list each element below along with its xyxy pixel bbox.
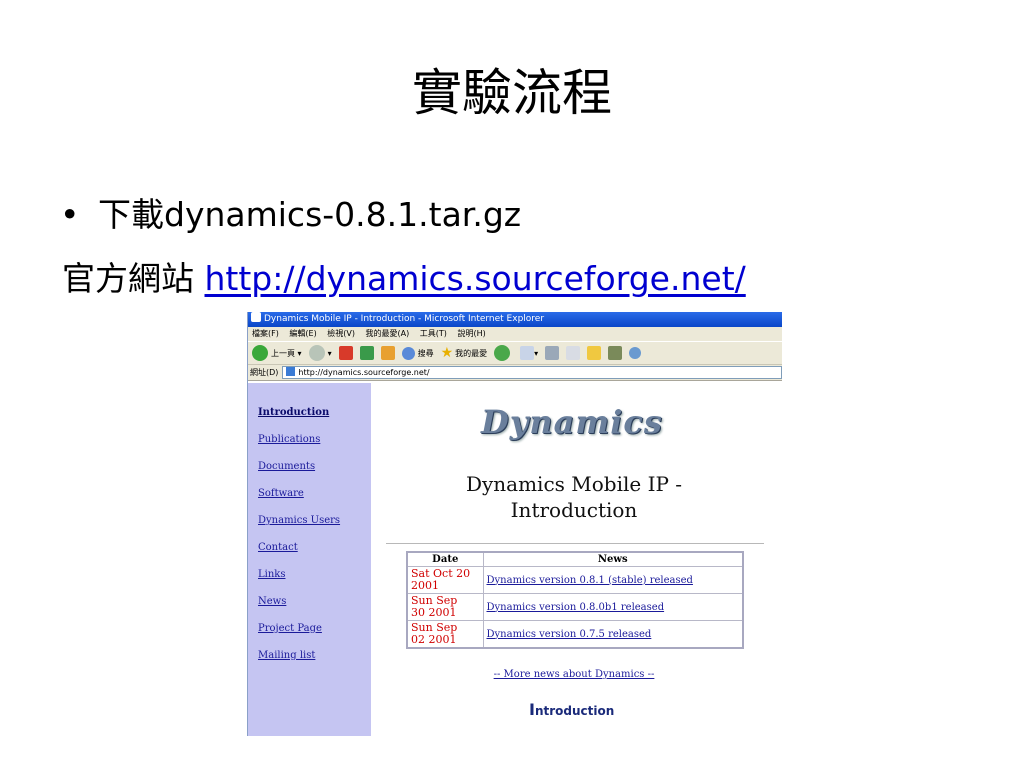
home-button[interactable] bbox=[380, 346, 395, 360]
column-header-date: Date bbox=[406, 551, 484, 567]
research-icon bbox=[608, 346, 623, 360]
site-label: 官方網站 bbox=[62, 259, 194, 298]
table-row: Sat Oct 20 2001 Dynamics version 0.8.1 (… bbox=[406, 566, 744, 594]
sidebar-item-links[interactable]: Links bbox=[258, 561, 371, 588]
browser-toolbar: 上一頁 ▾ ▾ 搜尋 ★ 我的最愛 ▾ bbox=[248, 341, 782, 365]
sidebar-item-project-page[interactable]: Project Page bbox=[258, 615, 371, 642]
research-button[interactable] bbox=[608, 346, 623, 360]
sidebar-item-contact[interactable]: Contact bbox=[258, 534, 371, 561]
menu-edit[interactable]: 編輯(E) bbox=[289, 329, 316, 338]
main-panel: Dynamics Dynamics Mobile IP - Introducti… bbox=[371, 383, 782, 736]
mail-button[interactable]: ▾ bbox=[520, 346, 538, 360]
home-icon bbox=[380, 346, 395, 360]
address-bar: 網址(D) http://dynamics.sourceforge.net/ bbox=[248, 365, 782, 381]
page-heading-line2: Introduction bbox=[510, 498, 638, 522]
site-sidebar: Introduction Publications Documents Soft… bbox=[248, 383, 371, 736]
refresh-icon bbox=[359, 346, 374, 360]
slide-title: 實驗流程 bbox=[412, 64, 612, 122]
forward-button[interactable]: ▾ bbox=[308, 345, 332, 361]
menu-file[interactable]: 檔案(F) bbox=[252, 329, 279, 338]
history-icon bbox=[494, 345, 511, 361]
news-date-line2: 2001 bbox=[411, 579, 439, 592]
menu-view[interactable]: 檢視(V) bbox=[327, 329, 355, 338]
news-link[interactable]: Dynamics version 0.7.5 released bbox=[482, 620, 744, 649]
star-icon: ★ bbox=[440, 345, 454, 361]
sidebar-item-software[interactable]: Software bbox=[258, 480, 371, 507]
bullet-icon: • bbox=[60, 195, 80, 234]
introduction-heading: Introduction bbox=[529, 700, 614, 719]
edit-icon bbox=[566, 346, 581, 360]
page-heading: Dynamics Mobile IP - Introduction bbox=[401, 471, 747, 523]
address-label: 網址(D) bbox=[250, 368, 279, 377]
news-date: Sun Sep 02 2001 bbox=[406, 620, 484, 649]
messenger-button[interactable] bbox=[629, 347, 644, 359]
page-heading-line1: Dynamics Mobile IP - bbox=[465, 472, 683, 496]
back-button[interactable]: 上一頁 ▾ bbox=[252, 345, 302, 361]
column-header-news: News bbox=[482, 551, 744, 567]
search-label: 搜尋 bbox=[417, 348, 434, 358]
refresh-button[interactable] bbox=[359, 346, 374, 360]
folder-icon bbox=[587, 346, 602, 360]
back-arrow-icon bbox=[252, 345, 268, 361]
intro-heading-rest: ntroduction bbox=[534, 704, 615, 718]
official-site-line: 官方網站 http://dynamics.sourceforge.net/ bbox=[62, 254, 746, 304]
sidebar-item-news[interactable]: News bbox=[258, 588, 371, 615]
search-icon bbox=[401, 346, 415, 360]
menu-bar: 檔案(F) 編輯(E) 檢視(V) 我的最愛(A) 工具(T) 說明(H) bbox=[248, 327, 782, 341]
address-input[interactable]: http://dynamics.sourceforge.net/ bbox=[282, 366, 782, 379]
mail-icon bbox=[520, 346, 535, 360]
edit-button[interactable] bbox=[566, 346, 581, 360]
favorites-label: 我的最愛 bbox=[455, 348, 488, 358]
history-button[interactable] bbox=[494, 345, 513, 361]
browser-screenshot: Dynamics Mobile IP - Introduction - Micr… bbox=[247, 312, 782, 736]
address-value: http://dynamics.sourceforge.net/ bbox=[298, 368, 430, 377]
forward-arrow-icon bbox=[308, 345, 325, 361]
sidebar-item-mailing-list[interactable]: Mailing list bbox=[258, 642, 371, 669]
table-row: Sun Sep 30 2001 Dynamics version 0.8.0b1… bbox=[406, 593, 744, 621]
page-icon bbox=[286, 367, 296, 376]
dynamics-logo: Dynamics bbox=[481, 403, 663, 441]
bullet-item: • 下載dynamics-0.8.1.tar.gz bbox=[60, 192, 521, 238]
table-row: Sun Sep 02 2001 Dynamics version 0.7.5 r… bbox=[406, 620, 744, 649]
search-button[interactable]: 搜尋 bbox=[401, 346, 434, 360]
menu-help[interactable]: 說明(H) bbox=[457, 329, 485, 338]
print-button[interactable] bbox=[545, 346, 560, 360]
news-date-line2: 30 2001 bbox=[411, 606, 457, 619]
back-label: 上一頁 bbox=[271, 348, 295, 358]
more-news-link[interactable]: -- More news about Dynamics -- bbox=[371, 669, 777, 680]
news-date: Sun Sep 30 2001 bbox=[406, 593, 484, 621]
table-header-row: Date News bbox=[406, 551, 744, 567]
menu-favorites[interactable]: 我的最愛(A) bbox=[366, 329, 410, 338]
bullet-text: 下載dynamics-0.8.1.tar.gz bbox=[98, 195, 522, 234]
window-titlebar: Dynamics Mobile IP - Introduction - Micr… bbox=[248, 312, 782, 327]
news-date: Sat Oct 20 2001 bbox=[406, 566, 484, 594]
menu-tools[interactable]: 工具(T) bbox=[420, 329, 447, 338]
sidebar-item-introduction[interactable]: Introduction bbox=[258, 399, 371, 426]
messenger-icon bbox=[629, 347, 642, 359]
sidebar-item-dynamics-users[interactable]: Dynamics Users bbox=[258, 507, 371, 534]
ie-app-icon bbox=[251, 312, 261, 322]
site-url-link[interactable]: http://dynamics.sourceforge.net/ bbox=[205, 259, 746, 298]
news-link[interactable]: Dynamics version 0.8.1 (stable) released bbox=[482, 566, 744, 594]
news-table: Date News Sat Oct 20 2001 Dynamics versi… bbox=[406, 551, 744, 649]
folder-button[interactable] bbox=[587, 346, 602, 360]
print-icon bbox=[545, 346, 560, 360]
stop-icon bbox=[338, 346, 353, 360]
sidebar-item-publications[interactable]: Publications bbox=[258, 426, 371, 453]
sidebar-item-documents[interactable]: Documents bbox=[258, 453, 371, 480]
favorites-button[interactable]: ★ 我的最愛 bbox=[441, 345, 488, 361]
stop-button[interactable] bbox=[338, 346, 353, 360]
news-link[interactable]: Dynamics version 0.8.0b1 released bbox=[482, 593, 744, 621]
news-date-line2: 02 2001 bbox=[411, 633, 457, 646]
page-content: Introduction Publications Documents Soft… bbox=[248, 383, 782, 736]
divider bbox=[386, 543, 764, 544]
window-title: Dynamics Mobile IP - Introduction - Micr… bbox=[264, 314, 545, 324]
